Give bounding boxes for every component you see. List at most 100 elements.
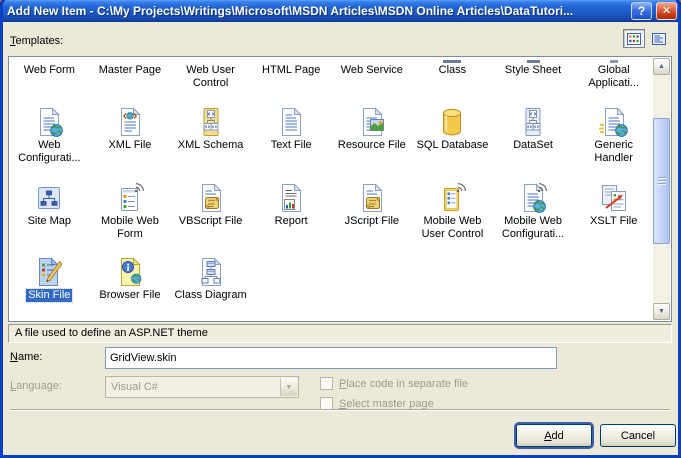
dialog-body: Templates: Web Form Master Page Web User… (3, 22, 678, 455)
text-file-icon (275, 106, 307, 138)
template-item[interactable]: VBScript File (170, 182, 251, 256)
template-item[interactable]: Resource File (332, 106, 413, 182)
template-item-label: XML File (108, 139, 152, 151)
template-item-label: Mobile Web User Control (421, 215, 484, 240)
report-view-button[interactable] (648, 29, 670, 48)
template-item[interactable]: Web Configurati... (9, 106, 90, 182)
template-item[interactable]: JScript File (332, 182, 413, 256)
scroll-down-icon[interactable]: ▼ (653, 303, 670, 320)
template-item[interactable]: Mobile Web Configurati... (493, 182, 574, 256)
template-row: Site Map Mobile Web Form VBScript File R… (9, 182, 654, 256)
template-item[interactable]: XSLT File (573, 182, 654, 256)
template-row: Web Configurati... XML File XML Schema T… (9, 106, 654, 182)
template-item[interactable]: SQL Database (412, 106, 493, 182)
template-item-label: HTML Page (262, 64, 321, 76)
browser-file-icon (114, 256, 146, 288)
template-item-label: Resource File (337, 139, 406, 151)
template-item-label: Class Diagram (174, 289, 247, 301)
name-input[interactable] (105, 347, 557, 369)
cancel-button[interactable]: Cancel (600, 424, 676, 447)
select-master-checkbox-label: Select master page (339, 397, 434, 410)
template-item[interactable]: DataSet (493, 106, 574, 182)
template-item[interactable]: Text File (251, 106, 332, 182)
large-icons-view-icon (627, 32, 641, 45)
template-item-label: XSLT File (590, 215, 638, 227)
template-item[interactable]: Master Page (90, 60, 171, 106)
template-item[interactable]: Style Sheet (493, 60, 574, 106)
generic-handler-icon (598, 106, 630, 138)
template-item-label: Global Applicati... (588, 64, 640, 89)
large-icons-view-button[interactable] (623, 29, 645, 48)
clipped-icon (123, 60, 137, 63)
help-icon[interactable]: ? (631, 2, 652, 20)
vbscript-file-icon (195, 182, 227, 214)
report-icon (275, 182, 307, 214)
template-item-label: Web Configurati... (18, 139, 81, 164)
window-title: Add New Item - C:\My Projects\Writings\M… (7, 4, 574, 18)
skin-file-icon (33, 256, 65, 288)
site-map-icon (33, 182, 65, 214)
checkbox-icon (320, 377, 333, 390)
report-view-icon (652, 32, 666, 45)
template-item[interactable]: XML File (90, 106, 171, 182)
template-item[interactable]: Generic Handler (573, 106, 654, 182)
template-item[interactable]: Class (412, 60, 493, 106)
template-item-label: Site Map (27, 215, 72, 227)
template-item-label: VBScript File (178, 215, 243, 227)
xml-file-icon (114, 106, 146, 138)
mobile-web-form-icon (114, 182, 146, 214)
template-item-selected[interactable]: Skin File (9, 256, 90, 312)
resource-file-icon (356, 106, 388, 138)
mobile-web-user-control-icon (436, 182, 468, 214)
template-item-label: Browser File (99, 289, 161, 301)
scrollbar-grip (657, 177, 666, 185)
class-diagram-icon (195, 256, 227, 288)
chevron-down-icon: ▼ (280, 378, 297, 396)
template-item[interactable]: Web Form (9, 60, 90, 106)
template-item[interactable]: Class Diagram (170, 256, 251, 312)
template-item[interactable]: Web Service (332, 60, 413, 106)
template-item-label: Style Sheet (504, 64, 562, 76)
language-label: Language: (10, 380, 63, 392)
clipped-icon (284, 60, 298, 63)
template-item-label: Text File (270, 139, 312, 151)
xslt-file-icon (598, 182, 630, 214)
jscript-file-icon (356, 182, 388, 214)
template-item-label: Web Service (340, 64, 403, 76)
mobile-web-configuration-icon (517, 182, 549, 214)
template-item[interactable]: Web User Control (170, 60, 251, 106)
template-item[interactable]: Global Applicati... (573, 60, 654, 106)
template-item-label: XML Schema (177, 139, 244, 151)
clipped-icon (42, 60, 56, 63)
add-button-label: Add (544, 430, 564, 442)
clipped-icon (204, 60, 218, 63)
template-item-label: Web User Control (186, 64, 235, 89)
vertical-scrollbar[interactable]: ▲ ▼ (653, 58, 670, 320)
scrollbar-thumb[interactable] (653, 118, 670, 244)
scroll-up-icon[interactable]: ▲ (653, 58, 670, 75)
template-item-label: Mobile Web Configurati... (501, 215, 565, 240)
add-button[interactable]: Add (516, 424, 592, 447)
templates-label: Templates: (10, 35, 64, 47)
template-item[interactable]: Report (251, 182, 332, 256)
add-new-item-dialog: Add New Item - C:\My Projects\Writings\M… (0, 0, 681, 458)
language-value: Visual C# (111, 381, 158, 393)
template-item-label: Class (438, 64, 467, 76)
separator (10, 409, 670, 411)
template-item-label: Generic Handler (594, 139, 633, 164)
template-item[interactable]: HTML Page (251, 60, 332, 106)
template-item[interactable]: Browser File (90, 256, 171, 312)
template-item[interactable]: XML Schema (170, 106, 251, 182)
cancel-button-label: Cancel (620, 430, 656, 442)
template-item[interactable]: Site Map (9, 182, 90, 256)
template-item-label: Master Page (98, 64, 162, 76)
template-item[interactable]: Mobile Web Form (90, 182, 171, 256)
template-item-label: Mobile Web Form (100, 215, 159, 240)
language-dropdown: Visual C# ▼ (105, 376, 299, 398)
template-row: Skin File Browser File Class Diagram (9, 256, 654, 312)
close-icon[interactable]: ✕ (656, 2, 677, 20)
template-item[interactable]: Mobile Web User Control (412, 182, 493, 256)
clipped-icon (365, 60, 379, 63)
clipped-icon (526, 60, 540, 63)
template-item-label: SQL Database (416, 139, 489, 151)
